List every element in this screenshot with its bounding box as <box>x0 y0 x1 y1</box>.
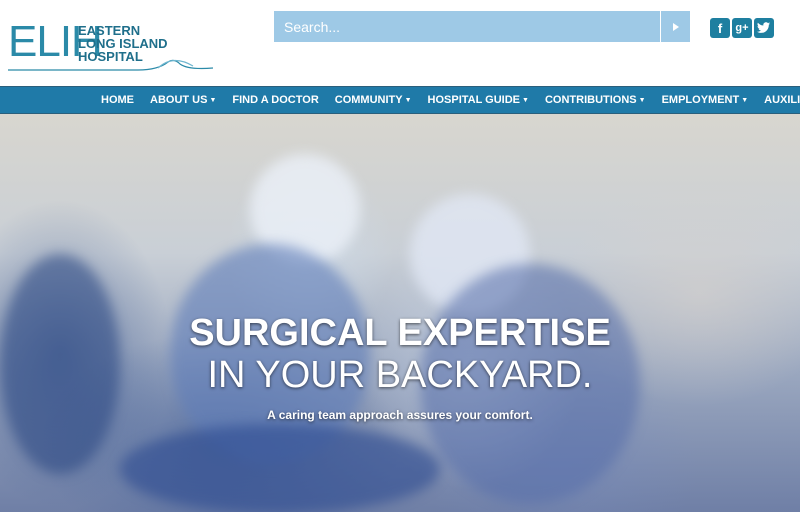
logo-swoosh-icon <box>8 59 213 71</box>
nav-item-home[interactable]: HOME <box>101 94 134 106</box>
hero-headline-2: IN YOUR BACKYARD. <box>207 354 593 396</box>
twitter-bird-shape <box>757 22 770 33</box>
hero-banner: SURGICAL EXPERTISE IN YOUR BACKYARD. A c… <box>0 114 800 512</box>
facebook-icon[interactable]: f <box>710 18 730 38</box>
site-header: ELIH EASTERN LONG ISLAND HOSPITAL f g+ <box>0 0 800 86</box>
search-arrow-icon <box>672 22 679 31</box>
nav-label: AUXILIARY <box>764 94 800 106</box>
caret-down-icon: ▼ <box>741 96 749 104</box>
search-bar <box>274 11 690 42</box>
hero-photo-tray <box>120 424 440 512</box>
nav-label: CONTRIBUTIONS <box>544 94 637 106</box>
social-links: f g+ <box>710 18 774 38</box>
main-navigation: HOME ABOUT US ▼ FIND A DOCTOR COMMUNITY ▼ … <box>0 86 800 114</box>
search-button[interactable] <box>660 11 690 42</box>
nav-label: FIND A DOCTOR <box>232 94 319 106</box>
hospital-logo[interactable]: ELIH EASTERN LONG ISLAND HOSPITAL <box>8 12 218 74</box>
caret-down-icon: ▼ <box>209 96 217 104</box>
nav-item-find-a-doctor[interactable]: FIND A DOCTOR <box>232 94 318 106</box>
nav-item-hospital-guide[interactable]: HOSPITAL GUIDE ▼ <box>428 94 529 106</box>
nav-item-community[interactable]: COMMUNITY ▼ <box>335 94 412 106</box>
nav-label: HOME <box>101 94 134 106</box>
caret-down-icon: ▼ <box>404 96 412 104</box>
caret-down-icon: ▼ <box>638 96 646 104</box>
hero-headline-1: SURGICAL EXPERTISE <box>189 312 611 354</box>
twitter-icon[interactable] <box>754 18 774 38</box>
nav-item-auxiliary[interactable]: AUXILIARY▼ <box>764 94 800 106</box>
nav-label: COMMUNITY <box>334 94 403 106</box>
hero-tagline: A caring team approach assures your comf… <box>267 408 533 422</box>
nav-label: EMPLOYMENT <box>661 94 740 106</box>
nav-item-employment[interactable]: EMPLOYMENT ▼ <box>662 94 749 106</box>
nav-item-about-us[interactable]: ABOUT US ▼ <box>150 94 216 106</box>
nav-item-contributions[interactable]: CONTRIBUTIONS ▼ <box>545 94 646 106</box>
google-plus-icon[interactable]: g+ <box>732 18 752 38</box>
nav-label: HOSPITAL GUIDE <box>427 94 521 106</box>
nav-label: ABOUT US <box>150 94 208 106</box>
caret-down-icon: ▼ <box>522 96 529 104</box>
search-input[interactable] <box>274 11 660 42</box>
